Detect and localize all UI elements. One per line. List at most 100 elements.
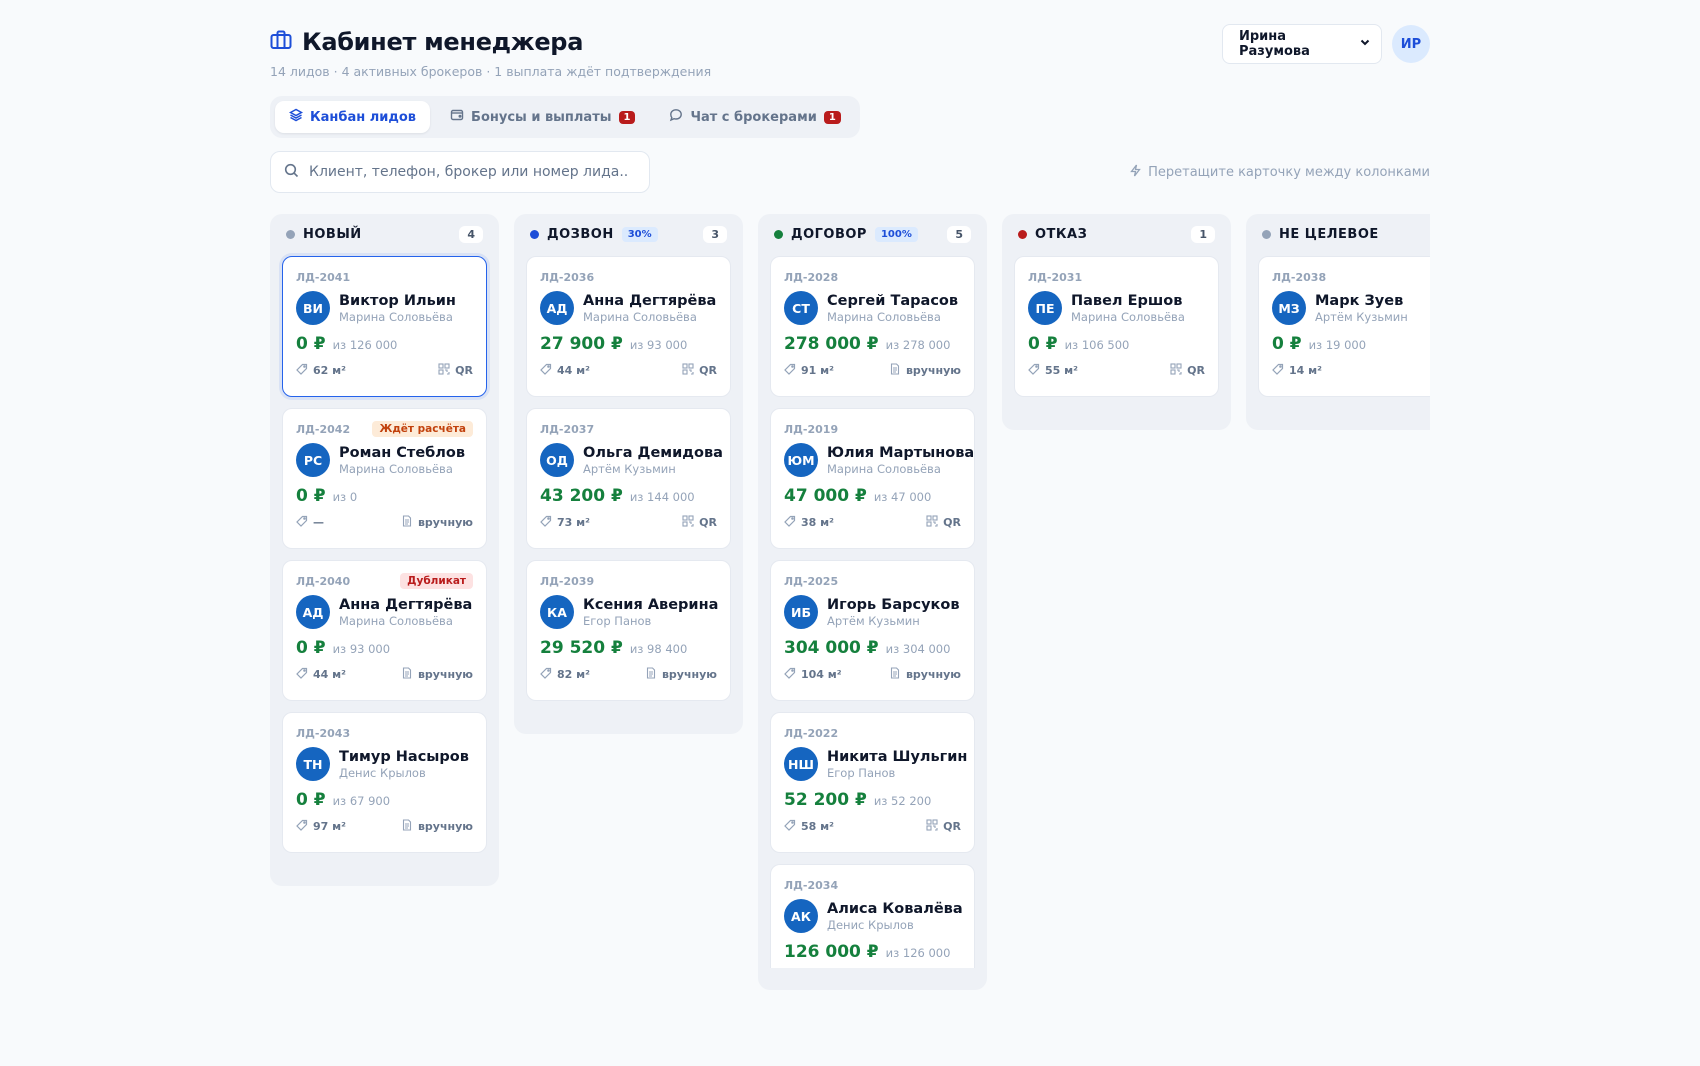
lead-card[interactable]: ЛД-2043 ТН Тимур Насыров Денис Крылов 0 … [282,712,487,853]
kanban-columns: НОВЫЙ 4 ЛД-2041 ВИ Виктор Ильин Марина С… [270,214,1430,990]
user-select[interactable]: Ирина Разумова [1222,24,1382,64]
paid-amount: 29 520 ₽ [540,638,623,658]
tag-icon [784,363,796,378]
briefcase-icon [270,30,292,54]
column-header: ДОГОВОР 100% 5 [770,224,975,244]
lead-card[interactable]: ЛД-2041 ВИ Виктор Ильин Марина Соловьёва… [282,256,487,397]
client-name: Анна Дегтярёва [339,597,473,613]
lead-card[interactable]: ЛД-2031 ПЕ Павел Ершов Марина Соловьёва … [1014,256,1219,397]
avatar: ОД [540,443,574,477]
lead-id: ЛД-2019 [784,422,839,436]
avatar: АД [540,291,574,325]
page-header: Кабинет менеджера 14 лидов · 4 активных … [270,22,1430,84]
tab-chat[interactable]: Чат с брокерами 1 [655,101,854,133]
area-value: 62 м² [313,364,346,377]
total-amount: из 144 000 [629,490,695,504]
paid-amount: 52 200 ₽ [784,790,867,810]
source-label: QR [699,516,717,529]
avatar: НШ [784,747,818,781]
lead-card[interactable]: ЛД-2038 МЗ Марк Зуев Артём Кузьмин 0 ₽ и… [1258,256,1430,397]
layers-icon [288,108,304,126]
lead-card[interactable]: ЛД-2019 ЮМ Юлия Мартынова Марина Соловьё… [770,408,975,549]
tab-label: Чат с брокерами [690,109,817,125]
area-value: 91 м² [801,364,834,377]
area-value: 82 м² [557,668,590,681]
avatar[interactable]: ИР [1392,25,1430,63]
lead-id: ЛД-2031 [1028,270,1083,284]
lead-card[interactable]: ЛД-2025 ИБ Игорь Барсуков Артём Кузьмин … [770,560,975,701]
avatar: ПЕ [1028,291,1062,325]
source-label: QR [943,516,961,529]
page-subtitle: 14 лидов · 4 активных брокеров · 1 выпла… [270,64,712,79]
paid-amount: 0 ₽ [1272,334,1302,354]
tag-icon [296,515,308,530]
lead-card[interactable]: ЛД-2028 СТ Сергей Тарасов Марина Соловьё… [770,256,975,397]
broker-name: Артём Кузьмин [1315,310,1408,324]
lead-card[interactable]: ЛД-2040 Дубликат АД Анна Дегтярёва Марин… [282,560,487,701]
broker-name: Марина Соловьёва [339,614,453,628]
search-input[interactable] [309,164,629,180]
lead-card[interactable]: ЛД-2037 ОД Ольга Демидова Артём Кузьмин … [526,408,731,549]
column-count: 4 [459,225,483,243]
status-dot [774,229,783,239]
kanban-column: ОТКАЗ 1 ЛД-2031 ПЕ Павел Ершов Марина Со… [1002,214,1231,430]
lead-id: ЛД-2034 [784,878,839,892]
page-title: Кабинет менеджера [302,28,584,56]
column-title-group: ОТКАЗ [1018,227,1087,242]
column-title: ОТКАЗ [1035,226,1088,242]
paid-amount: 0 ₽ [296,334,326,354]
client-name: Марк Зуев [1315,293,1404,309]
total-amount: из 278 000 [885,338,951,352]
search-icon [284,163,299,182]
lead-card[interactable]: ЛД-2036 АД Анна Дегтярёва Марина Соловьё… [526,256,731,397]
column-count: 3 [703,225,727,243]
avatar: ТН [296,747,330,781]
client-name: Роман Стеблов [339,445,466,461]
client-name: Ксения Аверина [583,597,719,613]
lead-card[interactable]: ЛД-2039 КА Ксения Аверина Егор Панов 29 … [526,560,731,701]
status-dot [1262,229,1271,239]
paid-amount: 126 000 ₽ [784,942,879,962]
broker-name: Егор Панов [583,614,652,628]
total-amount: из 52 200 [873,794,932,808]
client-name: Анна Дегтярёва [583,293,717,309]
source-label: вручную [417,820,473,833]
area-value: 104 м² [801,668,842,681]
paid-amount: 0 ₽ [296,638,326,658]
lead-id: ЛД-2025 [784,574,839,588]
lightning-icon [1129,164,1142,181]
column-title: ДОЗВОН [547,226,614,242]
tag-icon [1272,363,1284,378]
avatar: КА [540,595,574,629]
source-label: QR [1187,364,1205,377]
lead-card[interactable]: ЛД-2034 АК Алиса Ковалёва Денис Крылов 1… [770,864,975,968]
tab-kanban[interactable]: Канбан лидов [275,101,431,133]
area-value: 38 м² [801,516,834,529]
lead-card[interactable]: ЛД-2022 НШ Никита Шульгин Егор Панов 52 … [770,712,975,853]
chevron-down-icon [1359,36,1371,52]
drag-hint-text: Перетащите карточку между колонками [1148,164,1430,180]
paid-amount: 47 000 ₽ [784,486,867,506]
conversion-badge: 30% [621,226,658,242]
source-label: QR [943,820,961,833]
broker-name: Артём Кузьмин [583,462,676,476]
source-label: вручную [417,668,473,681]
client-name: Сергей Тарасов [827,293,959,309]
status-dot [286,229,295,239]
tab-bonuses[interactable]: Бонусы и выплаты 1 [436,101,649,133]
lead-card[interactable]: ЛД-2042 Ждёт расчёта РС Роман Стеблов Ма… [282,408,487,549]
tag-icon [296,819,308,834]
toolbar: Перетащите карточку между колонками [270,151,1430,193]
notification-badge: 1 [618,110,636,124]
broker-name: Артём Кузьмин [827,614,920,628]
paid-amount: 0 ₽ [296,486,326,506]
lead-id: ЛД-2022 [784,726,839,740]
client-name: Алиса Ковалёва [827,901,963,917]
area-value: 44 м² [313,668,346,681]
column-header: НОВЫЙ 4 [282,224,487,244]
broker-name: Денис Крылов [827,918,914,932]
document-icon [889,667,901,682]
status-badge: Ждёт расчёта [372,421,473,437]
status-dot [530,229,539,239]
tag-icon [1028,363,1040,378]
